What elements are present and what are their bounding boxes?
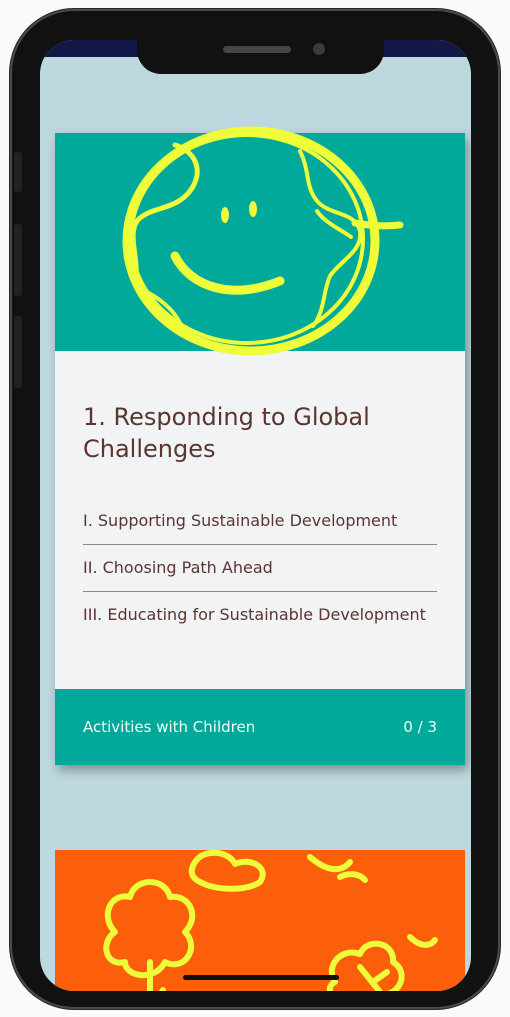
activities-footer[interactable]: Activities with Children 0 / 3 — [55, 689, 465, 765]
home-indicator[interactable] — [183, 975, 339, 980]
lesson-list: I. Supporting Sustainable Development II… — [83, 511, 437, 638]
course-hero — [55, 126, 465, 356]
course-card[interactable]: 1. Responding to Global Challenges I. Su… — [55, 126, 465, 765]
phone-notch — [137, 24, 384, 74]
next-course-card[interactable] — [55, 849, 465, 991]
lesson-item[interactable]: III. Educating for Sustainable Developme… — [83, 592, 437, 638]
right-eye — [249, 201, 257, 217]
mute-switch — [14, 152, 22, 192]
course-title: 1. Responding to Global Challenges — [83, 403, 370, 463]
trees-illustration-icon — [103, 849, 438, 991]
phone-screen: 1. Responding to Global Challenges I. Su… — [40, 40, 471, 991]
activities-label: Activities with Children — [83, 718, 256, 736]
volume-down-button — [14, 316, 22, 388]
speaker-grille — [223, 46, 291, 53]
activities-progress: 0 / 3 — [403, 718, 437, 736]
smiling-earth-icon — [122, 126, 404, 356]
front-camera — [313, 43, 325, 55]
volume-up-button — [14, 224, 22, 296]
left-eye — [221, 207, 229, 223]
lesson-item[interactable]: I. Supporting Sustainable Development — [83, 511, 437, 545]
lesson-item[interactable]: II. Choosing Path Ahead — [83, 545, 437, 592]
